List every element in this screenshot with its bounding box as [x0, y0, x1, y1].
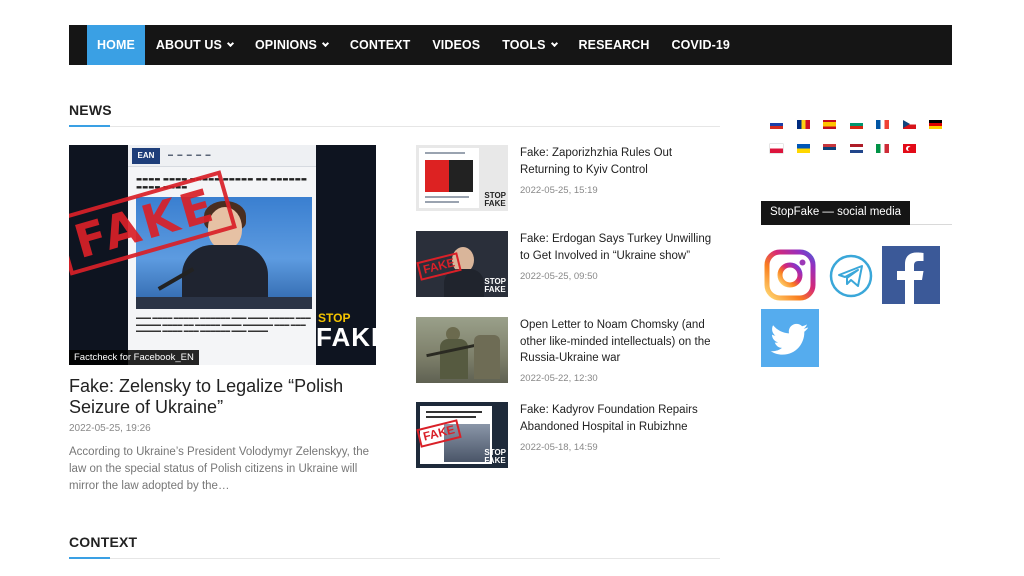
nav-label: ABOUT US: [155, 38, 222, 52]
nav-label: OPINIONS: [254, 38, 317, 52]
news-thumbnail[interactable]: FAKE STOP FAKE: [416, 231, 508, 297]
stopfake-logo: STOPFAKE: [484, 448, 506, 465]
news-title-link[interactable]: Open Letter to Noam Chomsky (and other l…: [520, 317, 720, 367]
telegram-icon[interactable]: [828, 253, 874, 299]
flag-triangle: [903, 120, 910, 128]
nav-label: TOOLS: [502, 38, 546, 52]
nav-label: HOME: [97, 38, 135, 52]
image-category-label: Factcheck for Facebook_EN: [69, 350, 199, 365]
thumb-doc: [419, 148, 479, 208]
news-logo: EAN: [132, 148, 160, 164]
thumb-soldier: [440, 339, 468, 379]
flag-germany-icon[interactable]: [929, 120, 942, 129]
flag-poland-icon[interactable]: [770, 144, 783, 153]
nav-videos[interactable]: VIDEOS: [421, 25, 491, 65]
thumb-line: [426, 416, 476, 418]
twitter-icon[interactable]: [761, 309, 819, 367]
flag-turkey-icon[interactable]: [903, 144, 916, 153]
facebook-icon-svg: [897, 252, 924, 304]
nav-home[interactable]: HOME: [87, 25, 145, 65]
flag-spain-icon[interactable]: [823, 120, 836, 129]
screenshot-header: EAN ▬ ▬ ▬ ▬ ▬: [128, 145, 316, 167]
nav-about-us[interactable]: ABOUT US: [145, 25, 244, 65]
telegram-icon-svg: [829, 254, 873, 298]
thumb-line: [425, 152, 465, 154]
screenshot-menu: ▬ ▬ ▬ ▬ ▬: [168, 152, 213, 158]
facebook-icon[interactable]: [882, 246, 940, 304]
nav-opinions[interactable]: OPINIONS: [244, 25, 339, 65]
list-item[interactable]: FAKE STOP FAKE Fake: Kadyrov Foundation R…: [416, 402, 720, 468]
list-item[interactable]: STOP FAKE Fake: Zaporizhzhia Rules Out Re…: [416, 145, 720, 211]
nav-tools[interactable]: TOOLS: [491, 25, 567, 65]
social-media-heading: StopFake — social media: [761, 201, 952, 225]
nav-research[interactable]: RESEARCH: [568, 25, 661, 65]
thumb-line: [426, 411, 482, 413]
chevron-down-icon: [321, 39, 329, 47]
flag-crescent-cut: [907, 146, 912, 151]
stopfake-logo: STOPFAKE: [484, 277, 506, 294]
nav-context[interactable]: CONTEXT: [339, 25, 421, 65]
flag-netherlands-icon[interactable]: [850, 144, 863, 153]
section-title: CONTEXT: [69, 534, 137, 559]
chevron-down-icon: [550, 39, 558, 47]
thumb-line: [425, 201, 459, 203]
thumb-photo: [425, 160, 473, 192]
flag-italy-icon[interactable]: [876, 144, 889, 153]
chevron-down-icon: [226, 39, 235, 47]
news-title-link[interactable]: Fake: Erdogan Says Turkey Unwilling to G…: [520, 231, 720, 264]
nav-label: RESEARCH: [578, 38, 650, 52]
twitter-icon-svg: [770, 323, 809, 355]
flag-russia-icon[interactable]: [770, 120, 783, 129]
featured-title-link[interactable]: Fake: Zelensky to Legalize “Polish Seizu…: [69, 376, 369, 418]
stopfake-logo: STOPFAKE: [316, 311, 376, 352]
flag-france-icon[interactable]: [876, 120, 889, 129]
instagram-icon[interactable]: [763, 248, 817, 302]
social-heading-label: StopFake — social media: [761, 201, 911, 225]
nav-label: COVID-19: [671, 38, 730, 52]
nav-covid-19[interactable]: COVID-19: [660, 25, 740, 65]
flag-ukraine-icon[interactable]: [797, 144, 810, 153]
section-title: NEWS: [69, 102, 112, 127]
main-nav: HOME ABOUT US OPINIONS CONTEXT VIDEOS TO…: [69, 25, 952, 65]
news-section-heading: NEWS: [69, 102, 720, 127]
nav-label: VIDEOS: [432, 38, 481, 52]
screenshot-caption: ▬▬▬ ▬▬▬▬ ▬▬▬▬▬ ▬▬▬▬▬▬ ▬▬▬ ▬▬▬▬ ▬▬▬▬▬ ▬▬▬…: [136, 315, 311, 334]
nav-label: CONTEXT: [349, 38, 411, 52]
news-title-link[interactable]: Fake: Zaporizhzhia Rules Out Returning t…: [520, 145, 720, 178]
flag-romania-icon[interactable]: [797, 120, 810, 129]
list-item[interactable]: FAKE STOP FAKE Fake: Erdogan Says Turkey …: [416, 231, 720, 297]
thumb-line: [425, 196, 469, 198]
news-title-link[interactable]: Fake: Kadyrov Foundation Repairs Abandon…: [520, 402, 720, 435]
stopfake-logo: STOPFAKE: [484, 191, 506, 208]
news-thumbnail[interactable]: [416, 317, 508, 383]
list-item[interactable]: Open Letter to Noam Chomsky (and other l…: [416, 317, 720, 384]
news-thumbnail[interactable]: STOP FAKE: [416, 145, 508, 211]
thumb-soldier: [474, 335, 500, 379]
flag-serbia-icon[interactable]: [823, 144, 836, 153]
instagram-icon-svg: [764, 249, 816, 301]
news-thumbnail[interactable]: FAKE STOP FAKE: [416, 402, 508, 468]
news-date: 2022-05-18, 14:59: [520, 442, 598, 453]
flag-bulgaria-icon[interactable]: [850, 120, 863, 129]
photo-desk: [136, 297, 312, 309]
featured-image[interactable]: EAN ▬ ▬ ▬ ▬ ▬ ▬▬▬▬ ▬▬▬▬ ▬▬▬▬▬ ▬▬▬▬▬ ▬▬ ▬…: [69, 145, 376, 365]
news-date: 2022-05-25, 09:50: [520, 271, 598, 282]
featured-date: 2022-05-25, 19:26: [69, 423, 151, 434]
featured-excerpt: According to Ukraine’s President Volodym…: [69, 446, 369, 492]
flag-czech-icon[interactable]: [903, 120, 916, 129]
news-date: 2022-05-22, 12:30: [520, 373, 598, 384]
context-section-heading: CONTEXT: [69, 534, 720, 559]
news-date: 2022-05-25, 15:19: [520, 185, 598, 196]
